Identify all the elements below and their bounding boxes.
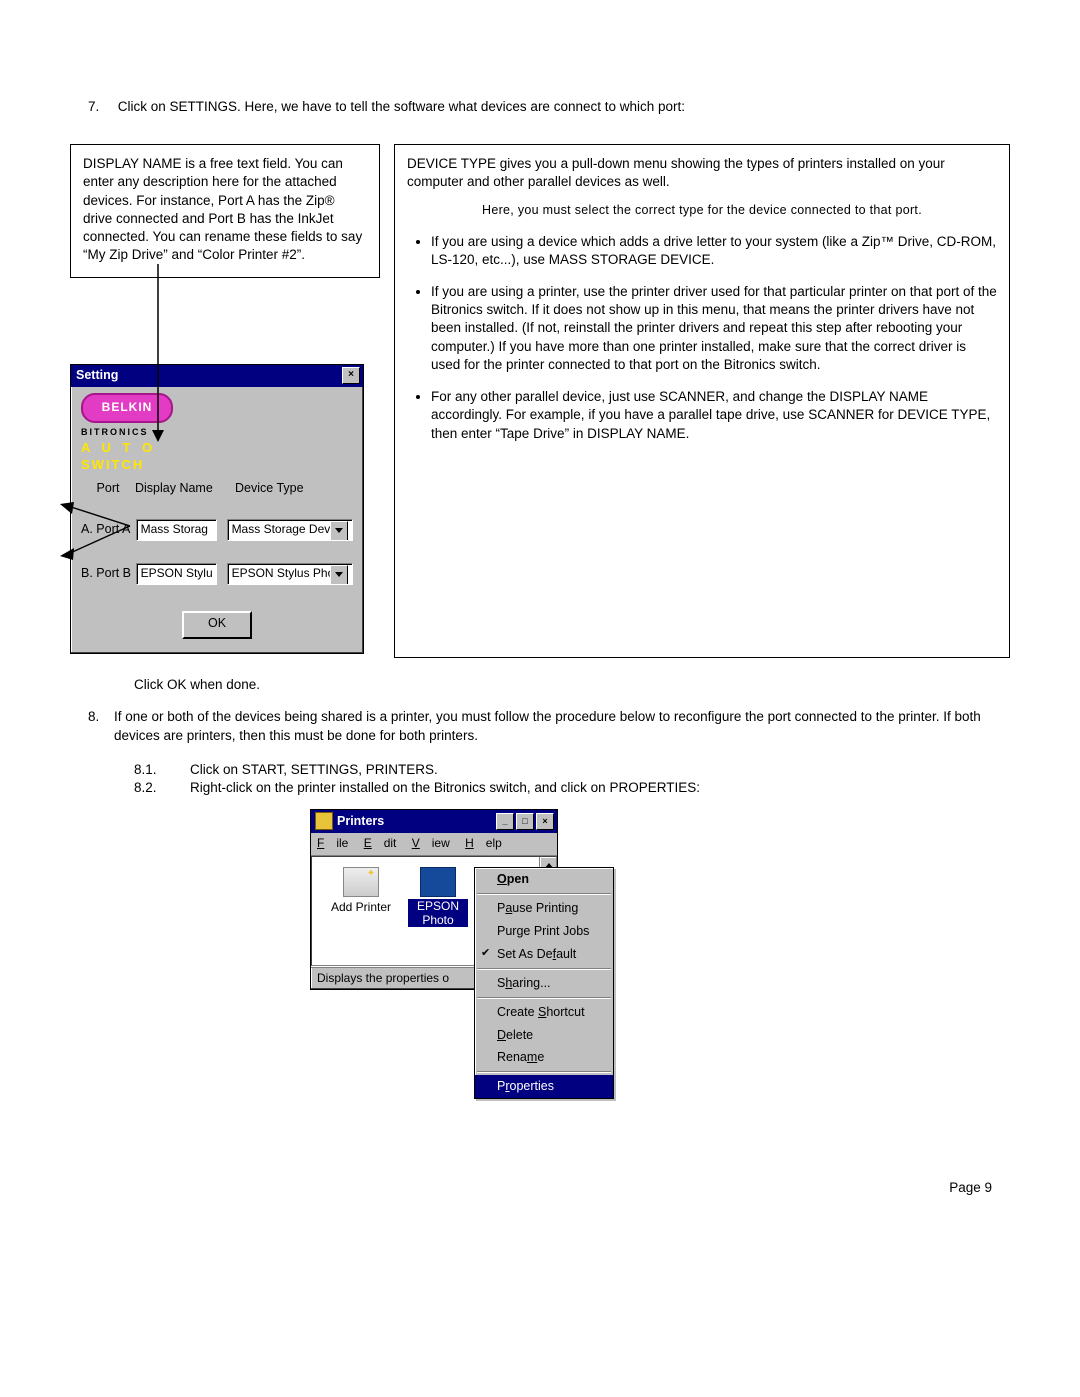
printers-maximize-button[interactable]: □ bbox=[516, 813, 534, 830]
printer-icon bbox=[420, 867, 456, 897]
port-b-device-type-select[interactable]: EPSON Stylus Phot bbox=[227, 563, 353, 585]
ctx-sharing[interactable]: Sharing... bbox=[475, 972, 613, 995]
settings-title: Setting bbox=[76, 367, 118, 384]
auto-label: A U T O bbox=[81, 439, 353, 457]
epson-printer-icon[interactable]: EPSON Photo bbox=[408, 867, 468, 927]
ctx-separator bbox=[477, 1071, 611, 1073]
step-8: 8. If one or both of the devices being s… bbox=[88, 708, 1010, 744]
bitronics-label: BITRONICS bbox=[81, 426, 353, 438]
printers-titlebar: Printers _ □ × bbox=[311, 810, 557, 833]
click-ok-note: Click OK when done. bbox=[134, 676, 1010, 694]
printers-minimize-button[interactable]: _ bbox=[496, 813, 514, 830]
port-b-dropdown-icon[interactable] bbox=[330, 565, 348, 585]
menu-view[interactable]: View bbox=[412, 836, 450, 850]
left-callout: DISPLAY NAME is a free text field. You c… bbox=[70, 144, 380, 277]
printers-close-button[interactable]: × bbox=[536, 813, 554, 830]
step-8-2-number: 8.2. bbox=[134, 779, 190, 797]
settings-columns-header: Port Display Name Device Type bbox=[81, 480, 353, 497]
printers-title: Printers bbox=[337, 813, 384, 830]
settings-dialog: Setting × BELKIN BITRONICS A U T O SWITC… bbox=[70, 364, 364, 654]
step-8-number: 8. bbox=[88, 708, 114, 744]
printer-icon bbox=[343, 867, 379, 897]
right-callout-bullet-3: For any other parallel device, just use … bbox=[431, 388, 997, 443]
right-callout-emphasis: Here, you must select the correct type f… bbox=[407, 202, 997, 219]
port-a-display-name-input[interactable]: Mass Storag bbox=[136, 519, 217, 541]
settings-titlebar: Setting × bbox=[71, 365, 363, 387]
ctx-properties[interactable]: Properties bbox=[475, 1075, 613, 1098]
port-b-device-type-value: EPSON Stylus Phot bbox=[232, 565, 330, 583]
port-a-dropdown-icon[interactable] bbox=[330, 521, 348, 541]
switch-label: SWITCH bbox=[81, 456, 353, 474]
step-7-text: Click on SETTINGS. Here, we have to tell… bbox=[118, 99, 685, 114]
step-8-1-number: 8.1. bbox=[134, 761, 190, 779]
settings-ok-button[interactable]: OK bbox=[182, 611, 252, 639]
port-b-row: B. Port B EPSON Stylu EPSON Stylus Phot bbox=[81, 563, 353, 585]
right-callout-p1: DEVICE TYPE gives you a pull-down menu s… bbox=[407, 155, 997, 191]
add-printer-label: Add Printer bbox=[326, 899, 396, 915]
step-8-1-text: Click on START, SETTINGS, PRINTERS. bbox=[190, 761, 438, 779]
step-8-text: If one or both of the devices being shar… bbox=[114, 708, 1010, 744]
menu-file[interactable]: File bbox=[317, 836, 348, 850]
add-printer-icon[interactable]: Add Printer bbox=[326, 867, 396, 915]
step-8-1: 8.1. Click on START, SETTINGS, PRINTERS. bbox=[134, 761, 1010, 779]
left-callout-text: DISPLAY NAME is a free text field. You c… bbox=[83, 156, 362, 262]
step-8-2-text: Right-click on the printer installed on … bbox=[190, 779, 700, 797]
port-a-device-type-select[interactable]: Mass Storage Devic bbox=[227, 519, 353, 541]
col-display-name: Display Name bbox=[135, 480, 235, 497]
epson-label-1: EPSON bbox=[408, 899, 468, 913]
page-footer: Page 9 bbox=[949, 1179, 992, 1197]
ctx-rename[interactable]: Rename bbox=[475, 1046, 613, 1069]
step-7-number: 7. bbox=[88, 98, 114, 116]
col-port: Port bbox=[81, 480, 135, 497]
right-callout: DEVICE TYPE gives you a pull-down menu s… bbox=[394, 144, 1010, 658]
ctx-separator bbox=[477, 893, 611, 895]
port-a-row: A. Port A Mass Storag Mass Storage Devic bbox=[81, 519, 353, 541]
port-b-display-name-input[interactable]: EPSON Stylu bbox=[136, 563, 217, 585]
printers-menubar: File Edit View Help bbox=[311, 833, 557, 855]
port-a-device-type-value: Mass Storage Devic bbox=[232, 521, 330, 539]
right-callout-bullet-1: If you are using a device which adds a d… bbox=[431, 233, 997, 269]
col-device-type: Device Type bbox=[235, 480, 304, 497]
settings-close-button[interactable]: × bbox=[342, 367, 360, 384]
menu-edit[interactable]: Edit bbox=[364, 836, 397, 850]
ctx-separator bbox=[477, 997, 611, 999]
epson-label-2: Photo bbox=[408, 913, 468, 927]
step-7: 7. Click on SETTINGS. Here, we have to t… bbox=[88, 98, 1010, 116]
ctx-open[interactable]: Open bbox=[475, 868, 613, 891]
menu-help[interactable]: Help bbox=[465, 836, 502, 850]
ctx-delete[interactable]: Delete bbox=[475, 1024, 613, 1047]
printer-context-menu: Open Pause Printing Purge Print Jobs Set… bbox=[474, 867, 614, 1099]
port-a-label: A. Port A bbox=[81, 521, 136, 538]
ctx-purge-print-jobs[interactable]: Purge Print Jobs bbox=[475, 920, 613, 943]
port-b-label: B. Port B bbox=[81, 565, 136, 582]
ctx-pause-printing[interactable]: Pause Printing bbox=[475, 897, 613, 920]
printers-folder-icon bbox=[315, 812, 333, 830]
step-8-2: 8.2. Right-click on the printer installe… bbox=[134, 779, 1010, 797]
ctx-separator bbox=[477, 968, 611, 970]
right-callout-bullet-2: If you are using a printer, use the prin… bbox=[431, 283, 997, 374]
ctx-set-as-default[interactable]: Set As Default bbox=[475, 943, 613, 966]
ctx-create-shortcut[interactable]: Create Shortcut bbox=[475, 1001, 613, 1024]
belkin-logo: BELKIN bbox=[81, 393, 173, 423]
